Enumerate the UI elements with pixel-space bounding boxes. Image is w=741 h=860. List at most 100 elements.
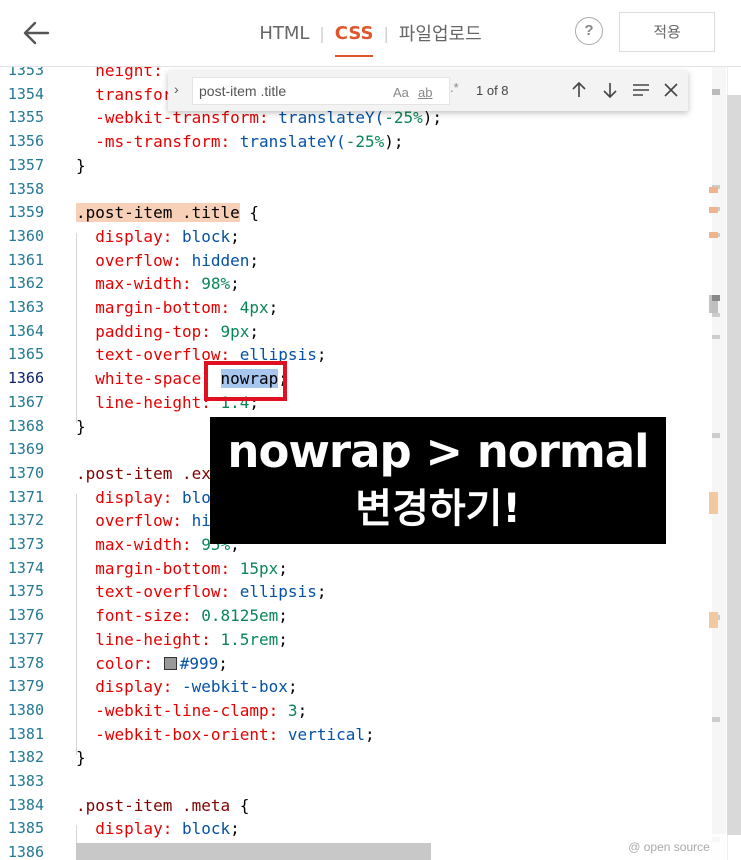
code-line[interactable]: .post-item .meta { [76,794,249,818]
next-match-arrow-down-icon[interactable] [599,78,621,102]
code-token: ellipsis [239,582,317,602]
code-line[interactable]: } [76,415,86,439]
code-token: translateY( [278,108,385,128]
code-token: ; [249,321,260,341]
code-token: ; [297,700,308,720]
overview-marker [712,335,720,339]
line-number: 1364 [7,321,44,340]
color-swatch-icon[interactable] [163,656,177,670]
code-line[interactable]: font-size: 0.8125em; [76,604,288,628]
line-number: 1359 [7,203,44,222]
tab-separator: | [319,23,325,43]
code-token: ; [278,558,288,578]
line-number: 1368 [7,416,44,435]
code-token: vertical [287,724,365,744]
previous-match-arrow-up-icon[interactable] [568,78,590,102]
code-line[interactable]: .post-item .ex [76,462,211,486]
code-line[interactable]: text-overflow: ellipsis; [76,343,326,367]
line-number: 1355 [7,108,44,127]
code-line[interactable]: margin-bottom: 15px; [76,557,288,581]
code-token: ; [364,724,375,744]
code-line[interactable]: padding-top: 9px; [76,320,259,344]
line-number: 1372 [7,511,44,530]
code-line[interactable]: margin-bottom: 4px; [76,296,278,320]
code-token: text-overflow: [76,582,240,602]
find-widget: › post-item .title Aa ab .* 1 of 8 [168,71,688,111]
code-line[interactable]: overflow: hi [76,509,211,533]
current-view-marker [709,295,718,313]
find-input[interactable]: post-item .title Aa ab [192,77,450,105]
code-line[interactable]: -webkit-line-clamp: 3; [76,699,307,723]
code-line[interactable]: height: [76,67,172,83]
overview-marker [712,89,720,95]
code-line[interactable]: overflow: hidden; [76,249,259,273]
back-arrow-icon[interactable] [20,16,54,50]
code-token: padding-top: [76,321,221,341]
tab-file-upload[interactable]: 파일업로드 [393,20,488,46]
match-marker [709,207,718,213]
code-token: white-space: [76,369,221,389]
code-line[interactable]: -ms-transform: translateY(-25%); [76,130,403,154]
line-number: 1362 [7,274,44,293]
line-number: 1360 [7,226,44,245]
tab-css[interactable]: CSS [329,23,380,57]
code-line[interactable]: color: #999; [76,652,228,676]
tab-separator: | [383,23,389,43]
apply-button[interactable]: 적용 [619,12,715,52]
match-marker [709,232,718,238]
code-line[interactable]: } [76,154,86,178]
line-number: 1374 [7,558,44,577]
code-line[interactable]: -webkit-box-orient: vertical; [76,723,375,747]
code-token: .post-item .ex [76,463,211,483]
code-token: hidden [191,250,250,270]
code-line[interactable]: line-height: 1.5rem; [76,628,288,652]
line-number: 1353 [7,67,44,79]
match-marker [709,187,718,193]
code-token: block [181,819,231,839]
caption-line-1: nowrap > normal [227,425,649,478]
code-token: margin-bottom: [76,558,240,578]
match-case-icon[interactable]: Aa [393,85,409,100]
code-token: ; [249,250,260,270]
code-line[interactable]: display: -webkit-box; [76,675,297,699]
code-token: ; [278,606,288,626]
code-token: ; [230,226,240,246]
regex-icon[interactable]: .* [450,80,459,95]
line-number: 1370 [7,463,44,482]
match-whole-word-icon[interactable]: ab [418,85,432,100]
line-number: 1371 [7,487,44,506]
code-token: .post-item .title [76,203,240,223]
code-token: font-size: [76,606,202,626]
code-token: ; [316,345,327,365]
code-line[interactable]: display: block; [76,817,240,841]
close-find-icon[interactable] [660,78,682,102]
code-token: blo [181,487,211,507]
code-line[interactable]: max-width: 98%; [76,272,240,296]
code-line[interactable]: .post-item .title { [76,201,259,225]
code-token: display: [76,226,182,246]
line-number: 1373 [7,535,44,553]
scrollbar-thumb[interactable] [727,95,741,835]
help-button[interactable]: ? [575,17,603,45]
match-marker [709,612,718,628]
code-token: translateY( [239,132,346,152]
toggle-replace-chevron-icon[interactable]: › [174,81,179,97]
code-token: hi [191,511,211,531]
line-number: 1385 [7,819,44,838]
code-token: max-width: [76,274,202,294]
code-token: -25% [384,108,423,128]
code-token: 1.5rem [220,629,279,649]
code-token: } [76,748,86,768]
code-line[interactable]: display: blo [76,486,211,510]
code-token: 15px [239,558,279,578]
match-marker [709,492,718,514]
line-number: 1376 [7,606,44,625]
code-token: ); [422,108,443,128]
code-line[interactable]: display: block; [76,225,240,249]
find-in-selection-icon[interactable] [630,78,652,102]
code-line[interactable]: } [76,746,86,770]
code-line[interactable]: text-overflow: ellipsis; [76,580,326,604]
line-number: 1358 [7,179,44,198]
tab-html[interactable]: HTML [253,23,315,44]
instruction-caption: nowrap > normal 변경하기! [210,417,666,544]
